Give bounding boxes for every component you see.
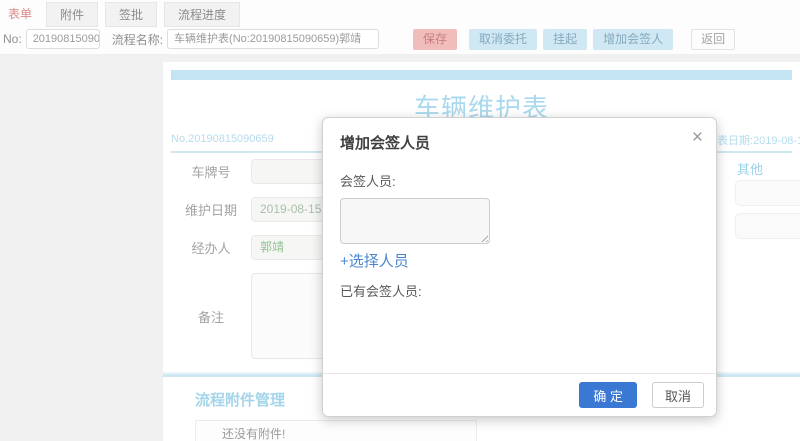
close-icon[interactable]: × (692, 128, 703, 147)
handler-label: 经办人 (191, 241, 231, 256)
select-person-link[interactable]: +选择人员 (340, 250, 409, 271)
other-option-label[interactable]: 其他 (737, 159, 763, 178)
countersign-textarea-wrap (340, 198, 490, 244)
process-name-label: 流程名称: (111, 32, 164, 47)
countersign-textarea[interactable] (340, 198, 490, 244)
right-column-input-2[interactable] (735, 213, 800, 239)
no-label: No: (3, 32, 22, 46)
tab-form[interactable]: 表单 (6, 2, 34, 25)
tab-bar: 表单 附件 签批 流程进度 (0, 0, 800, 27)
tab-attachments[interactable]: 附件 (46, 2, 99, 27)
tab-process-progress[interactable]: 流程进度 (164, 2, 241, 27)
cancel-delegate-button[interactable]: 取消委托 (469, 28, 538, 50)
form-number: No.20190815090659 (171, 133, 274, 145)
toolbar: No: 20190815090659 流程名称: 车辆维护表(No:201908… (0, 24, 800, 54)
suspend-button[interactable]: 挂起 (543, 28, 588, 50)
save-button[interactable]: 保存 (413, 28, 458, 50)
confirm-button[interactable]: 确 定 (579, 382, 637, 408)
cancel-button[interactable]: 取消 (651, 382, 704, 408)
form-date: 制表日期:2019-08-15 (706, 135, 800, 147)
tab-sign-approve[interactable]: 签批 (105, 2, 158, 27)
existing-countersign-label: 已有会签人员: (340, 284, 422, 299)
modal-title: 增加会签人员 (340, 135, 431, 152)
countersign-person-label: 会签人员: (340, 174, 396, 189)
panel-top-bar (171, 70, 792, 80)
back-button[interactable]: 返回 (691, 28, 736, 50)
add-countersign-button[interactable]: 增加会签人 (593, 28, 674, 50)
plate-label: 车牌号 (191, 165, 231, 180)
add-countersign-modal: 增加会签人员 × 会签人员: +选择人员 已有会签人员: 确 定 取消 (322, 117, 717, 417)
no-input[interactable]: 20190815090659 (25, 29, 100, 49)
right-column-input-1[interactable] (735, 180, 800, 206)
process-name-input[interactable]: 车辆维护表(No:20190815090659)郭靖 (167, 29, 380, 49)
remark-label: 备注 (197, 310, 224, 325)
modal-header: 增加会签人员 × (323, 118, 716, 163)
modal-body: 会签人员: +选择人员 已有会签人员: (323, 163, 716, 300)
maintain-date-label: 维护日期 (184, 203, 237, 218)
modal-footer: 确 定 取消 (323, 373, 716, 416)
attachment-empty-box: 还没有附件! (195, 420, 477, 441)
